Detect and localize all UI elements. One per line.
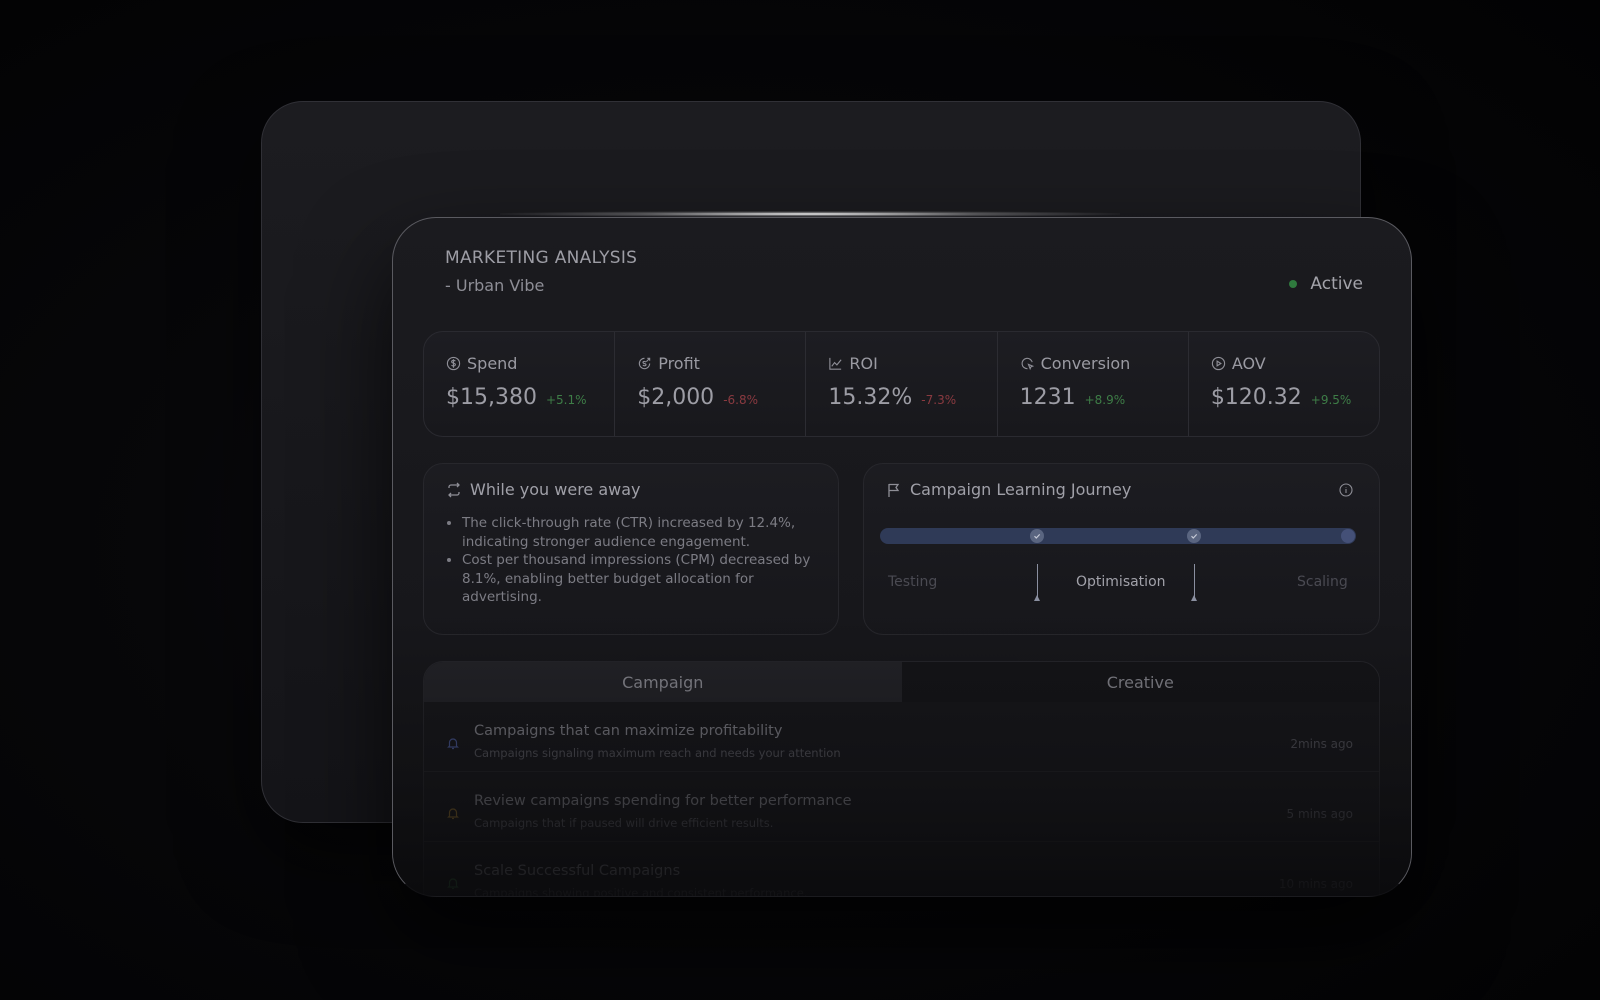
metric-spend[interactable]: Spend $15,380 +5.1% xyxy=(424,332,614,436)
stage-marker-icon xyxy=(1034,564,1040,601)
metric-label: Spend xyxy=(467,354,518,373)
item-subtitle: Campaigns signaling maximum reach and ne… xyxy=(474,746,841,760)
status-indicator: Active xyxy=(1289,274,1363,294)
tab-campaign[interactable]: Campaign xyxy=(424,662,902,702)
metric-value: $120.32 xyxy=(1210,385,1302,410)
metric-delta: +9.5% xyxy=(1310,393,1352,407)
page-subtitle: - Urban Vibe xyxy=(445,276,545,295)
away-item: The click-through rate (CTR) increased b… xyxy=(462,514,818,551)
while-you-were-away-panel: While you were away The click-through ra… xyxy=(423,463,839,635)
metric-label: ROI xyxy=(849,354,878,373)
profit-icon xyxy=(639,357,651,370)
metric-profit[interactable]: Profit $2,000 -6.8% xyxy=(614,332,805,436)
item-subtitle: Campaigns showing positive and consisten… xyxy=(474,886,808,897)
item-timestamp: 10 mins ago xyxy=(1278,877,1353,891)
list-item[interactable]: Campaigns that can maximize profitabilit… xyxy=(424,702,1379,772)
item-title: Campaigns that can maximize profitabilit… xyxy=(474,723,783,739)
metric-delta: -6.8% xyxy=(723,393,759,407)
marketing-analysis-card: MARKETING ANALYSIS - Urban Vibe Active S… xyxy=(392,217,1412,897)
panel-title: While you were away xyxy=(470,480,641,499)
tab-creative[interactable]: Creative xyxy=(901,662,1379,702)
flag-icon xyxy=(888,483,900,497)
bell-icon xyxy=(447,738,459,750)
metric-label: Profit xyxy=(658,354,700,373)
line-chart-icon xyxy=(829,357,842,370)
notification-list: Campaigns that can maximize profitabilit… xyxy=(424,702,1379,897)
item-title: Review campaigns spending for better per… xyxy=(474,793,852,809)
metric-value: 15.32% xyxy=(828,385,913,410)
status-dot-icon xyxy=(1289,280,1298,288)
check-node-icon xyxy=(1030,529,1044,543)
check-node-icon xyxy=(1187,529,1201,543)
card-edge-glow xyxy=(500,211,1120,217)
item-timestamp: 2mins ago xyxy=(1290,737,1353,751)
metric-delta: +5.1% xyxy=(545,393,587,407)
stage-marker-icon xyxy=(1191,564,1197,601)
bell-icon xyxy=(447,808,459,820)
stage-scaling: Scaling xyxy=(1297,574,1348,590)
metrics-bar: Spend $15,380 +5.1% Profit $2,000 -6.8% … xyxy=(423,331,1380,437)
metric-roi[interactable]: ROI 15.32% -7.3% xyxy=(805,332,996,436)
end-node-icon xyxy=(1341,529,1355,543)
bell-icon xyxy=(447,878,459,890)
status-label: Active xyxy=(1310,274,1363,294)
metric-value: $2,000 xyxy=(637,385,715,410)
list-item[interactable]: Review campaigns spending for better per… xyxy=(424,772,1379,842)
metric-aov[interactable]: AOV $120.32 +9.5% xyxy=(1187,332,1379,436)
info-icon[interactable] xyxy=(1339,483,1353,497)
metric-value: $15,380 xyxy=(446,385,537,410)
conversion-icon xyxy=(1021,357,1034,371)
tab-bar: Campaign Creative xyxy=(424,662,1379,702)
panel-title: Campaign Learning Journey xyxy=(910,480,1132,499)
repeat-icon xyxy=(448,482,460,497)
dollar-icon xyxy=(446,356,461,371)
journey-progress-track xyxy=(880,528,1356,544)
metric-label: AOV xyxy=(1231,354,1266,373)
insights-tabs-panel: Campaign Creative Campaigns that can max… xyxy=(423,661,1380,897)
list-item[interactable]: Scale Successful Campaigns Campaigns sho… xyxy=(424,842,1379,897)
metric-label: Conversion xyxy=(1040,354,1131,373)
metric-delta: -7.3% xyxy=(921,393,957,407)
campaign-learning-journey-panel: Campaign Learning Journey Testing Optimi… xyxy=(863,463,1380,635)
stage-testing: Testing xyxy=(888,574,938,590)
away-list: The click-through rate (CTR) increased b… xyxy=(446,514,818,607)
stage-optimisation: Optimisation xyxy=(1076,574,1166,590)
item-subtitle: Campaigns that if paused will drive effi… xyxy=(474,816,774,830)
item-timestamp: 5 mins ago xyxy=(1286,807,1353,821)
metric-value: 1231 xyxy=(1019,385,1076,410)
metric-conversion[interactable]: Conversion 1231 +8.9% xyxy=(996,332,1188,436)
page-title: MARKETING ANALYSIS xyxy=(445,248,638,268)
item-title: Scale Successful Campaigns xyxy=(474,863,681,879)
metric-delta: +8.9% xyxy=(1084,393,1126,407)
aov-icon xyxy=(1211,356,1225,371)
away-item: Cost per thousand impressions (CPM) decr… xyxy=(462,551,818,607)
